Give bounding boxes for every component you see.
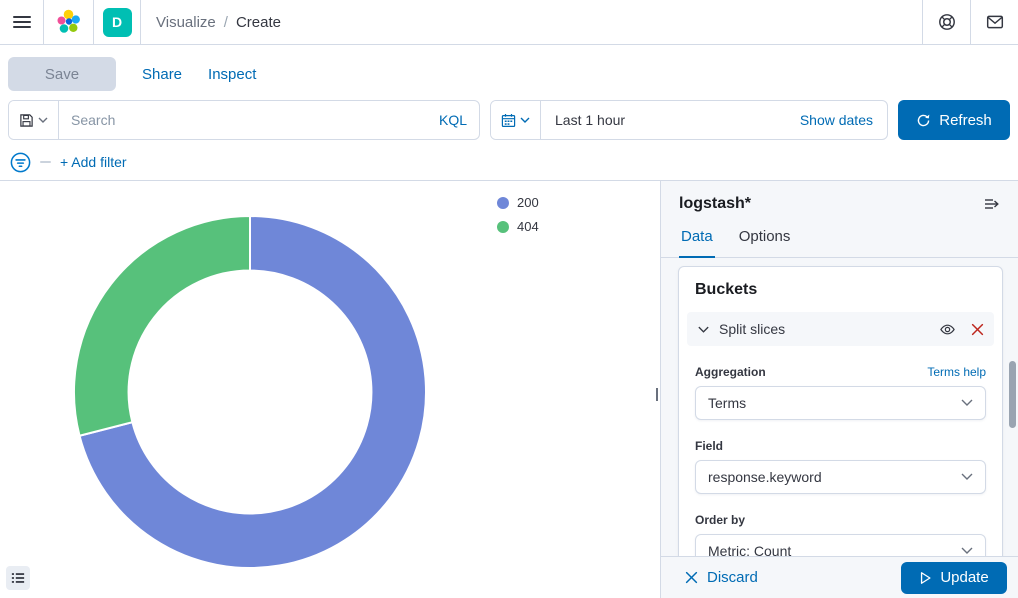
breadcrumb-create: Create (236, 14, 281, 31)
chart-area: 200 404 (0, 181, 660, 598)
tab-data[interactable]: Data (679, 228, 715, 258)
saved-queries-button[interactable] (9, 101, 59, 139)
legend-toggle-button[interactable] (6, 566, 30, 590)
query-row: KQL Last 1 hour Show (8, 100, 1010, 140)
menu-right-icon (984, 196, 1000, 212)
collapse-panel-button[interactable] (982, 194, 1002, 214)
time-range-button[interactable]: Last 1 hour (541, 101, 625, 139)
config-panel: logstash* Data Options (660, 181, 1018, 598)
field-group: Field response.keyword (695, 439, 986, 494)
chevron-down-icon (520, 117, 530, 124)
order-by-select[interactable]: Metric: Count (695, 534, 986, 556)
kibana-app: D Visualize / Create (0, 0, 1018, 598)
query-bar: KQL (8, 100, 480, 140)
chevron-down-icon (961, 547, 973, 555)
share-button[interactable]: Share (142, 66, 182, 83)
pie-slice-404[interactable] (74, 216, 250, 436)
field-label: Field (695, 439, 723, 453)
aggregation-group: Aggregation Terms help Terms (695, 365, 986, 420)
aggregation-value: Terms (708, 395, 746, 411)
panel-tabs: Data Options (661, 214, 1018, 258)
panel-footer: Discard Update (661, 556, 1018, 598)
space-selector: D (94, 0, 141, 44)
elastic-logo[interactable] (44, 0, 94, 44)
mail-icon (985, 13, 1005, 31)
newsfeed-button[interactable] (970, 0, 1018, 44)
filter-icon (10, 152, 31, 173)
split-slices-accordion[interactable]: Split slices (687, 312, 994, 346)
show-dates-button[interactable]: Show dates (786, 101, 887, 139)
chevron-down-icon (961, 399, 973, 407)
play-icon (919, 571, 932, 585)
refresh-button[interactable]: Refresh (898, 100, 1010, 140)
eye-icon (939, 322, 956, 337)
breadcrumb-separator: / (224, 14, 228, 31)
breadcrumb-visualize[interactable]: Visualize (156, 14, 216, 31)
panel-scroll-area: Buckets Split slices (661, 258, 1018, 556)
search-input[interactable] (59, 101, 427, 139)
terms-help-link[interactable]: Terms help (927, 365, 986, 379)
buckets-card: Buckets Split slices (678, 266, 1003, 556)
action-row: Save Share Inspect (8, 53, 1010, 95)
close-icon (971, 323, 984, 336)
field-select[interactable]: response.keyword (695, 460, 986, 494)
legend-item-200[interactable]: 200 (497, 195, 539, 210)
legend-label: 200 (517, 195, 539, 210)
legend-item-404[interactable]: 404 (497, 219, 539, 234)
buckets-title: Buckets (695, 281, 986, 299)
legend-color-dot (497, 221, 509, 233)
calendar-icon (501, 113, 516, 128)
aggregation-select[interactable]: Terms (695, 386, 986, 420)
remove-bucket-button[interactable] (971, 323, 984, 336)
index-pattern-title: logstash* (679, 195, 751, 213)
filter-options-button[interactable] (8, 152, 33, 173)
toolbar: Save Share Inspect KQL (0, 45, 1018, 181)
legend-label: 404 (517, 219, 539, 234)
update-label: Update (940, 569, 988, 586)
discard-button[interactable]: Discard (685, 569, 758, 586)
order-by-value: Metric: Count (708, 543, 791, 556)
panel-header: logstash* (661, 181, 1018, 214)
top-navbar: D Visualize / Create (0, 0, 1018, 45)
order-by-label: Order by (695, 513, 745, 527)
discard-label: Discard (707, 569, 758, 586)
list-icon (11, 571, 25, 585)
chart-legend: 200 404 (497, 195, 539, 234)
refresh-icon (916, 113, 931, 128)
inspect-button[interactable]: Inspect (208, 66, 256, 83)
legend-color-dot (497, 197, 509, 209)
split-slices-label: Split slices (719, 321, 785, 337)
space-badge[interactable]: D (103, 8, 132, 37)
tab-options[interactable]: Options (737, 228, 793, 258)
help-button[interactable] (922, 0, 970, 44)
filter-row: + Add filter (8, 146, 1010, 178)
order-by-group: Order by Metric: Count (695, 513, 986, 556)
date-picker: Last 1 hour Show dates (490, 100, 888, 140)
chevron-down-icon (697, 323, 710, 336)
toggle-visibility-button[interactable] (939, 322, 956, 337)
close-icon (685, 571, 698, 584)
field-value: response.keyword (708, 469, 822, 485)
quick-select-button[interactable] (491, 101, 541, 139)
update-button[interactable]: Update (901, 562, 1007, 594)
kql-button[interactable]: KQL (427, 101, 479, 139)
main-content: 200 404 logstash* (0, 181, 1018, 598)
help-icon (938, 13, 956, 31)
filter-dash (40, 161, 51, 163)
refresh-label: Refresh (939, 112, 992, 129)
save-icon (19, 113, 34, 128)
scrollbar-thumb[interactable] (1009, 361, 1016, 428)
add-filter-button[interactable]: + Add filter (60, 154, 127, 170)
chevron-down-icon (961, 473, 973, 481)
hamburger-icon (13, 16, 31, 18)
elastic-logo-icon (56, 9, 82, 35)
save-button[interactable]: Save (8, 57, 116, 91)
donut-chart (0, 181, 500, 598)
breadcrumb: Visualize / Create (141, 0, 281, 44)
chevron-down-icon (38, 117, 48, 124)
menu-button[interactable] (0, 0, 44, 44)
aggregation-label: Aggregation (695, 365, 766, 379)
